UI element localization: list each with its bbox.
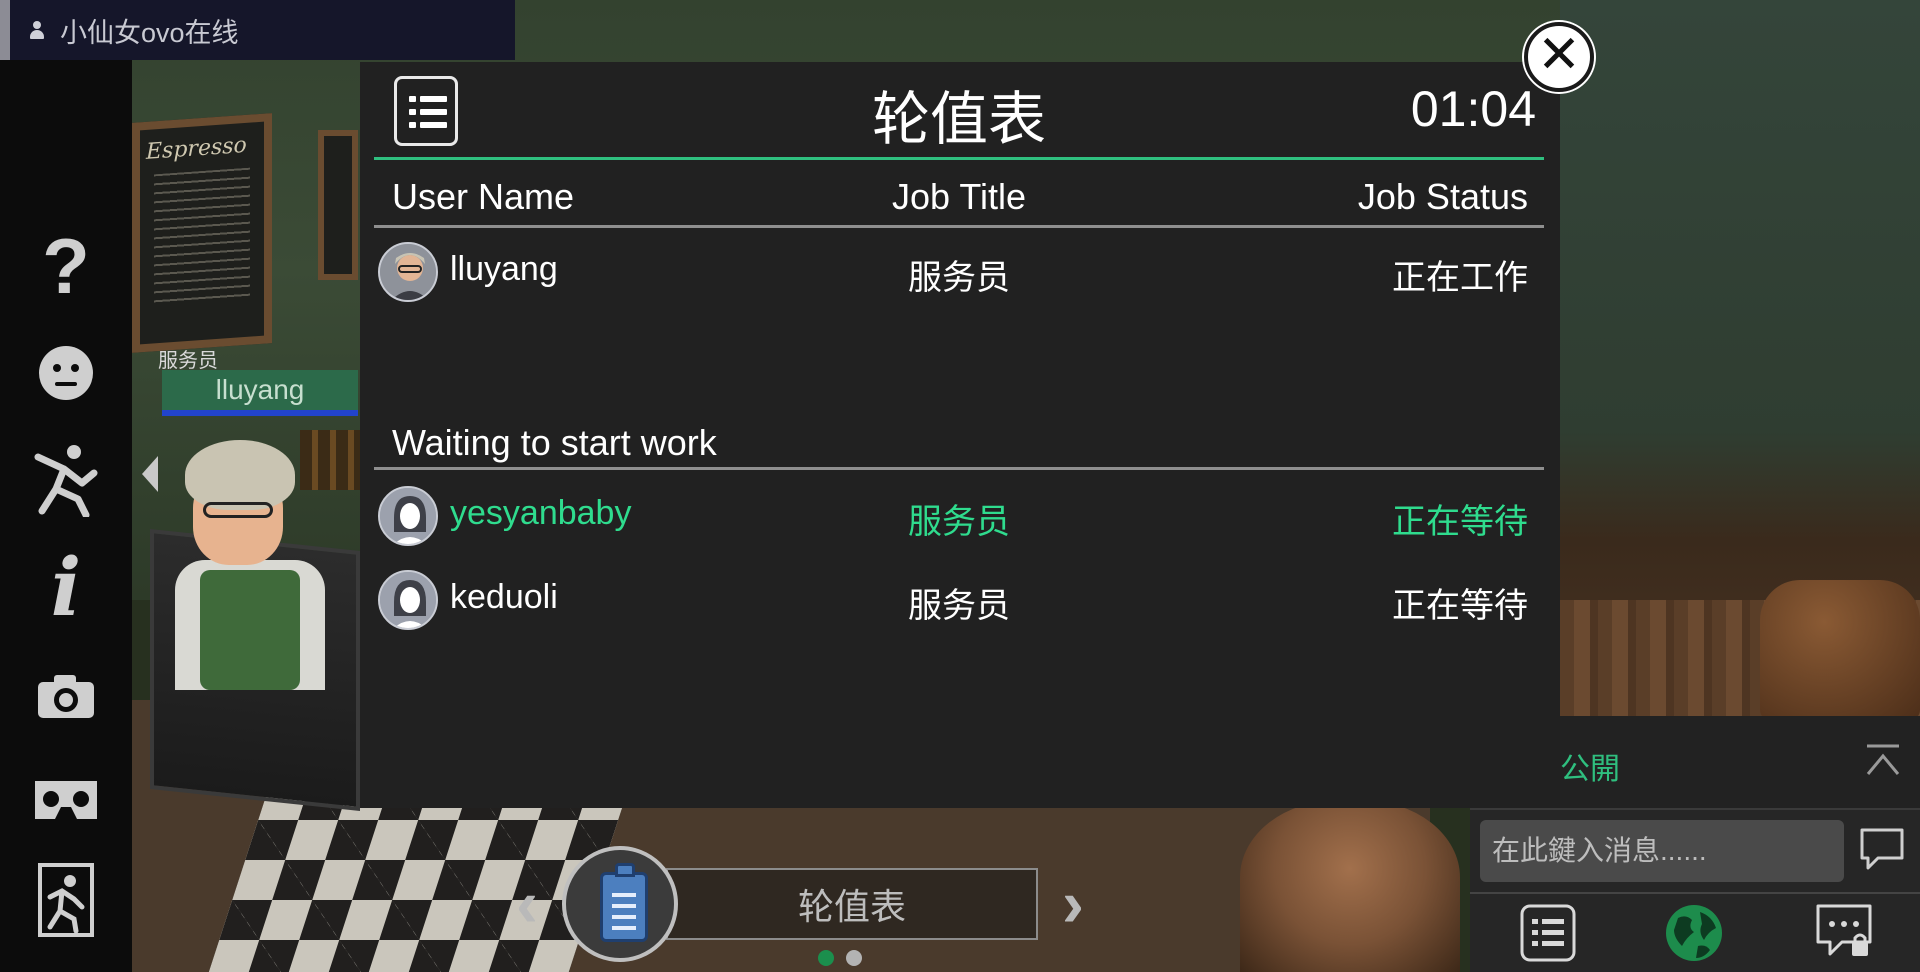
camera-icon — [38, 675, 94, 718]
close-button[interactable]: ✕ — [1524, 22, 1594, 92]
duty-roster-panel: 轮值表 01:04 User Name Job Title Job Status… — [360, 62, 1560, 808]
barista-hair — [185, 440, 295, 510]
carousel-next-button[interactable]: › — [1048, 866, 1098, 940]
action-button[interactable] — [28, 442, 104, 518]
exit-button[interactable] — [28, 862, 104, 938]
globe-icon[interactable] — [1664, 902, 1724, 964]
scene-role-label: 服务员 — [158, 350, 218, 372]
chat-message-input[interactable] — [1480, 820, 1844, 882]
menu-board-secondary — [318, 130, 358, 280]
chat-tab-bar — [1470, 892, 1920, 972]
panel-title: 轮值表 — [871, 87, 1046, 152]
exit-icon — [38, 863, 94, 937]
barista-avatar — [175, 440, 345, 690]
chat-channel-label[interactable]: 公開 — [1560, 744, 1620, 788]
vr-headset-icon — [35, 781, 97, 819]
row-job-title: 服务员 — [908, 587, 1010, 625]
action-icon — [34, 445, 98, 517]
private-chat-icon[interactable] — [1814, 902, 1874, 964]
leather-chair — [1760, 580, 1920, 720]
camera-button[interactable] — [28, 658, 104, 734]
barista-apron — [200, 570, 300, 690]
menu-board: Espresso — [132, 113, 272, 353]
chevron-left-icon: ‹ — [516, 866, 538, 940]
chat-collapse-icon[interactable] — [1864, 742, 1902, 780]
waiting-section-heading: Waiting to start work — [374, 410, 1544, 470]
chat-bubble-icon[interactable] — [1858, 826, 1906, 872]
pager-dot[interactable] — [846, 950, 862, 966]
pager-dot-active[interactable] — [818, 950, 834, 966]
clipboard-icon — [600, 863, 648, 942]
tool-label[interactable]: 轮值表 — [666, 868, 1038, 940]
row-job-title: 服务员 — [908, 503, 1010, 541]
online-status-badge: 小仙女ovo在线 — [0, 0, 515, 60]
waiting-heading-text: Waiting to start work — [392, 422, 717, 463]
roster-tool-button[interactable] — [562, 846, 678, 962]
row-job-status: 正在等待 — [1392, 587, 1528, 625]
vr-button[interactable] — [28, 762, 104, 838]
menu-board-title: Espresso — [146, 132, 247, 165]
barista-glasses — [203, 502, 273, 518]
help-button[interactable]: ? — [28, 222, 104, 310]
row-job-title: 服务员 — [908, 259, 1010, 297]
other-player-head — [1240, 800, 1460, 972]
roster-row-waiting[interactable]: yesyanbaby 服务员 正在等待 — [374, 476, 1544, 552]
menu-board-lines — [154, 167, 250, 305]
help-icon: ? — [42, 221, 90, 310]
column-headers: User Name Job Title Job Status — [374, 164, 1544, 228]
scene-player-nametag: lluyang — [162, 370, 358, 416]
info-button[interactable]: i — [28, 540, 104, 634]
header-job-status: Job Status — [1357, 176, 1528, 217]
roster-row-working[interactable]: lluyang 服务员 正在工作 — [374, 232, 1544, 308]
row-job-status: 正在等待 — [1392, 503, 1528, 541]
online-status-text: 小仙女ovo在线 — [60, 17, 239, 48]
roster-row-waiting[interactable]: keduoli 服务员 正在等待 — [374, 560, 1544, 636]
info-icon: i — [50, 540, 82, 634]
chevron-right-icon: › — [1062, 866, 1084, 940]
shift-timer: 01:04 — [1410, 81, 1536, 137]
list-icon[interactable] — [1518, 902, 1578, 964]
emote-button[interactable] — [28, 335, 104, 411]
emote-icon — [39, 346, 93, 400]
panel-header: 轮值表 01:04 — [374, 62, 1544, 160]
rail-collapse-arrow-icon[interactable] — [138, 450, 162, 498]
row-job-status: 正在工作 — [1392, 259, 1528, 297]
carousel-prev-button[interactable]: ‹ — [502, 866, 552, 940]
user-icon — [28, 21, 46, 39]
close-icon: ✕ — [1537, 26, 1581, 84]
